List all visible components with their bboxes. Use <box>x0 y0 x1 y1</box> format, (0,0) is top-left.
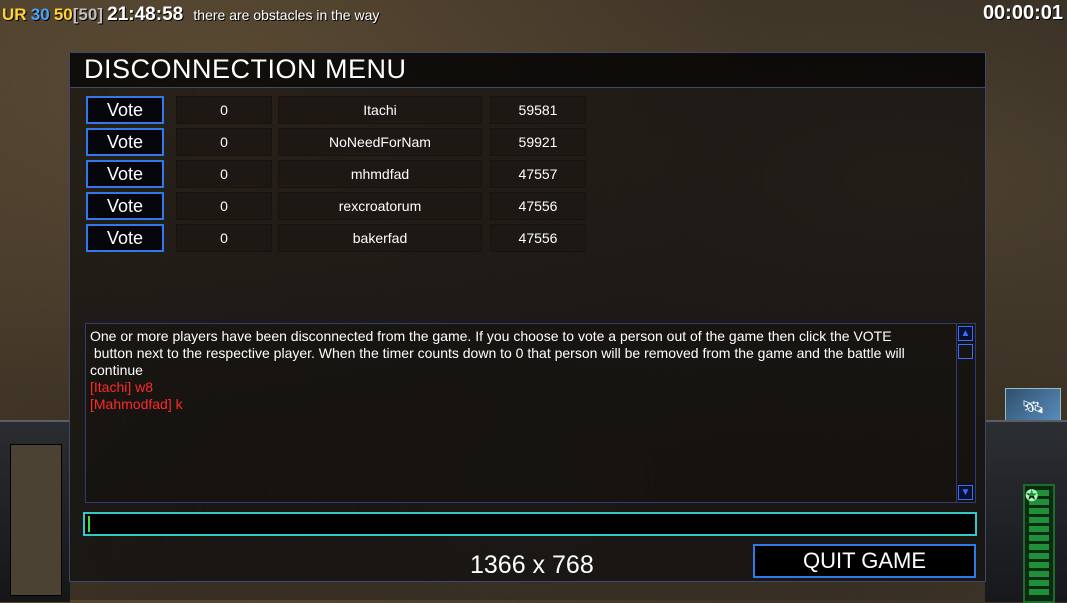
vote-count: 0 <box>176 96 272 124</box>
text-caret <box>88 516 90 532</box>
player-name: rexcroatorum <box>278 192 482 220</box>
player-name: NoNeedForNam <box>278 128 482 156</box>
system-message-line: One or more players have been disconnect… <box>90 328 892 344</box>
hud-value-2: 50 <box>53 5 73 24</box>
vote-button[interactable]: Vote <box>86 192 164 220</box>
chat-messages: One or more players have been disconnect… <box>90 328 950 413</box>
hud-message: there are obstacles in the way <box>193 7 380 23</box>
vote-button[interactable]: Vote <box>86 224 164 252</box>
dialog-title: DISCONNECTION MENU <box>84 54 407 84</box>
vote-count: 0 <box>176 128 272 156</box>
vote-count: 0 <box>176 192 272 220</box>
player-value: 47556 <box>490 224 586 252</box>
scroll-up-arrow-icon[interactable]: ▲ <box>958 326 973 341</box>
chat-input[interactable] <box>83 512 977 536</box>
player-value: 59581 <box>490 96 586 124</box>
system-message-line: continue <box>90 362 143 378</box>
player-name: mhmdfad <box>278 160 482 188</box>
hud-value-1: 30 <box>30 5 50 24</box>
vote-button[interactable]: Vote <box>86 96 164 124</box>
hud-time: 21:48:58 <box>107 4 184 25</box>
hud-prefix: UR <box>2 5 27 24</box>
chat-message: [Mahmodfad] k <box>90 396 183 412</box>
disconnection-menu: DISCONNECTION MENU Vote 0 Itachi 59581 V… <box>69 52 986 582</box>
resolution-label: 1366 x 768 <box>470 551 594 579</box>
top-hud: UR 30 50[50] 21:48:58 there are obstacle… <box>0 0 1067 30</box>
vote-count: 0 <box>176 160 272 188</box>
dialog-header: DISCONNECTION MENU <box>70 53 985 88</box>
game-clock: 00:00:01 <box>982 2 1063 24</box>
game-sidebar-left <box>0 420 70 602</box>
radar-screen <box>10 444 62 596</box>
hud-value-3: [50] <box>72 5 103 24</box>
scroll-down-arrow-icon[interactable]: ▼ <box>958 485 973 500</box>
chat-log[interactable]: One or more players have been disconnect… <box>85 323 976 503</box>
player-name: bakerfad <box>278 224 482 252</box>
vote-button[interactable]: Vote <box>86 160 164 188</box>
vote-count: 0 <box>176 224 272 252</box>
vote-button[interactable]: Vote <box>86 128 164 156</box>
system-message-line: button next to the respective player. Wh… <box>90 345 905 361</box>
chat-message: [Itachi] w8 <box>90 379 154 395</box>
chat-scrollbar[interactable]: ▲ ▼ <box>956 324 975 502</box>
scroll-thumb[interactable] <box>958 344 973 359</box>
quit-game-button[interactable]: QUIT GAME <box>753 544 976 578</box>
player-value: 59921 <box>490 128 586 156</box>
player-value: 47556 <box>490 192 586 220</box>
game-sidebar-right: ✪ <box>985 420 1067 603</box>
player-value: 47557 <box>490 160 586 188</box>
hud-status-line: UR 30 50[50] 21:48:58 there are obstacle… <box>2 4 379 26</box>
emblem-star-icon: ✪ <box>1025 488 1039 505</box>
player-name: Itachi <box>278 96 482 124</box>
